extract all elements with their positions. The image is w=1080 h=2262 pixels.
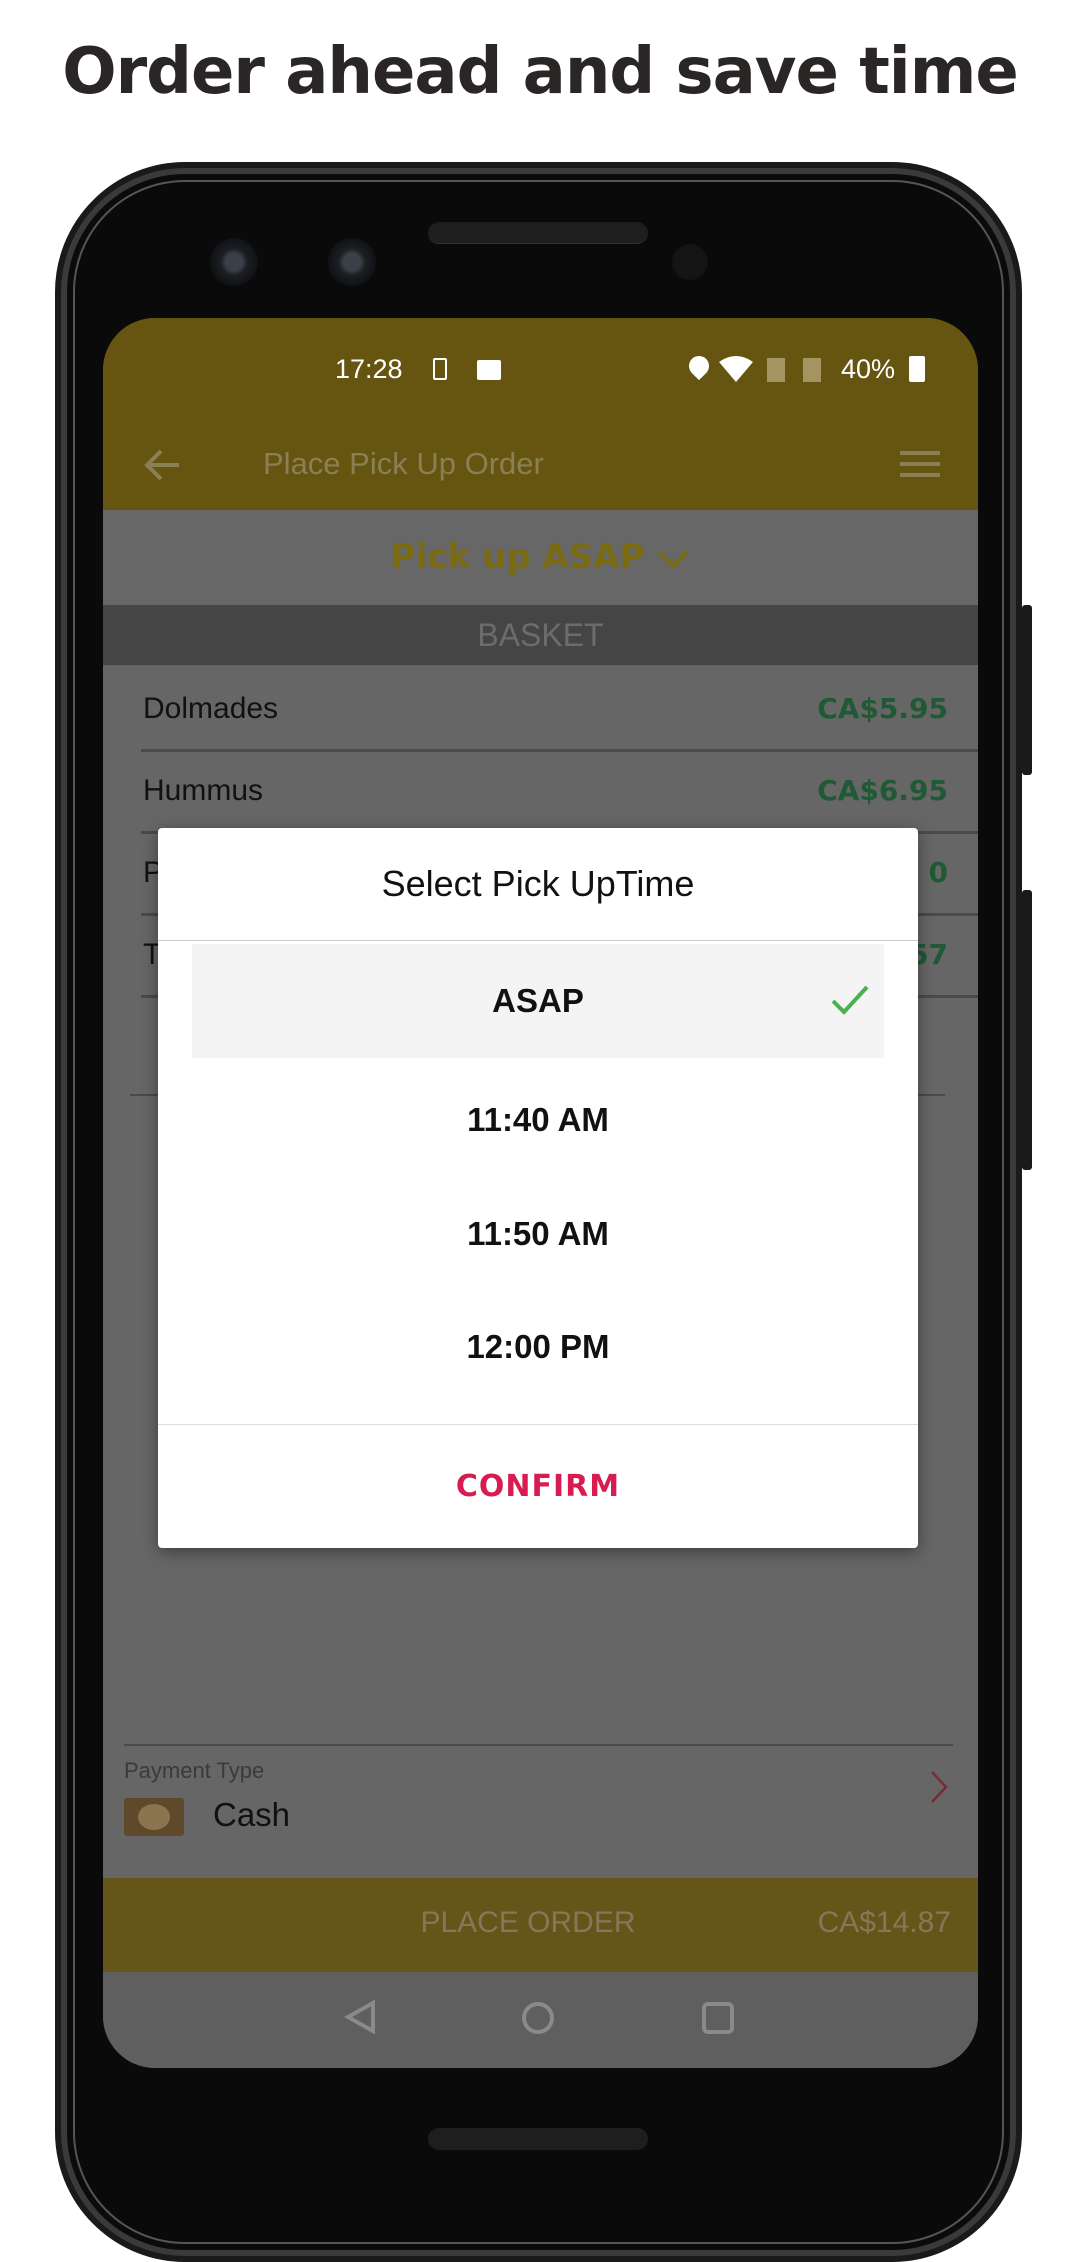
basket-item[interactable]: Dolmades CA$5.95 [141, 670, 978, 752]
app-bar: Place Pick Up Order [103, 420, 978, 510]
chevron-down-icon [657, 550, 689, 569]
sensor [672, 244, 708, 280]
hamburger-menu-icon[interactable] [900, 450, 940, 478]
option-label: 11:40 AM [467, 1101, 609, 1138]
divider [124, 1744, 953, 1746]
item-price: 0 [928, 856, 948, 889]
item-price: CA$5.95 [817, 692, 948, 725]
location-icon [684, 351, 714, 381]
pickup-time-dialog: Select Pick UpTime ASAP 11:40 AM 11:50 A… [158, 828, 918, 1548]
pickup-time-selector[interactable]: Pick up ASAP [103, 510, 978, 605]
checkmark-icon [831, 985, 869, 1015]
headline: Order ahead and save time [62, 35, 1019, 109]
option-label: 11:50 AM [467, 1215, 609, 1252]
bottom-speaker [428, 2128, 648, 2150]
no-sim-icon [803, 358, 821, 382]
chevron-right-icon [931, 1771, 948, 1803]
option-label: ASAP [492, 982, 584, 1019]
phone-side-button [1022, 605, 1032, 775]
payment-value: Cash [213, 1796, 291, 1833]
nav-recents-icon[interactable] [700, 2000, 736, 2036]
dialog-title: Select Pick UpTime [381, 863, 695, 904]
item-name: Dolmades [143, 692, 279, 725]
time-option[interactable]: 11:50 AM [192, 1177, 884, 1291]
order-total: CA$14.87 [817, 1906, 951, 1939]
basket-item[interactable]: Hummus CA$6.95 [141, 752, 978, 834]
download-notification-icon [433, 358, 447, 380]
image-notification-icon [477, 360, 501, 380]
page-title: Place Pick Up Order [263, 446, 544, 481]
arrow-left-icon[interactable] [143, 448, 181, 482]
basket-header: BASKET [103, 605, 978, 665]
divider [158, 940, 918, 941]
payment-type-label: Payment Type [124, 1758, 265, 1783]
time-option[interactable]: 11:40 AM [192, 1063, 884, 1177]
status-bar: 17:28 40% [103, 318, 978, 420]
item-price: CA$6.95 [817, 774, 948, 807]
camera-icon [328, 238, 376, 286]
nav-home-icon[interactable] [520, 2000, 556, 2036]
place-order-button[interactable]: PLACE ORDER CA$14.87 [103, 1878, 978, 1972]
battery-percent: 40% [841, 354, 896, 384]
nav-back-icon[interactable] [343, 2000, 377, 2034]
speaker-grille [428, 222, 648, 244]
battery-icon [909, 356, 925, 382]
confirm-button[interactable]: CONFIRM [158, 1425, 918, 1548]
wifi-icon [719, 356, 753, 382]
phone-volume-button [1022, 890, 1032, 1170]
no-sim-icon [767, 358, 785, 382]
camera-icon [210, 238, 258, 286]
status-time: 17:28 [335, 354, 403, 384]
item-name: Hummus [143, 774, 264, 807]
option-label: 12:00 PM [466, 1328, 610, 1365]
navigation-bar [103, 1972, 978, 2068]
time-option-asap[interactable]: ASAP [192, 944, 884, 1058]
payment-type-selector[interactable]: Cash [103, 1771, 978, 1868]
cash-icon [124, 1798, 184, 1836]
time-option[interactable]: 12:00 PM [192, 1290, 884, 1404]
pickup-label: Pick up ASAP [390, 537, 645, 577]
